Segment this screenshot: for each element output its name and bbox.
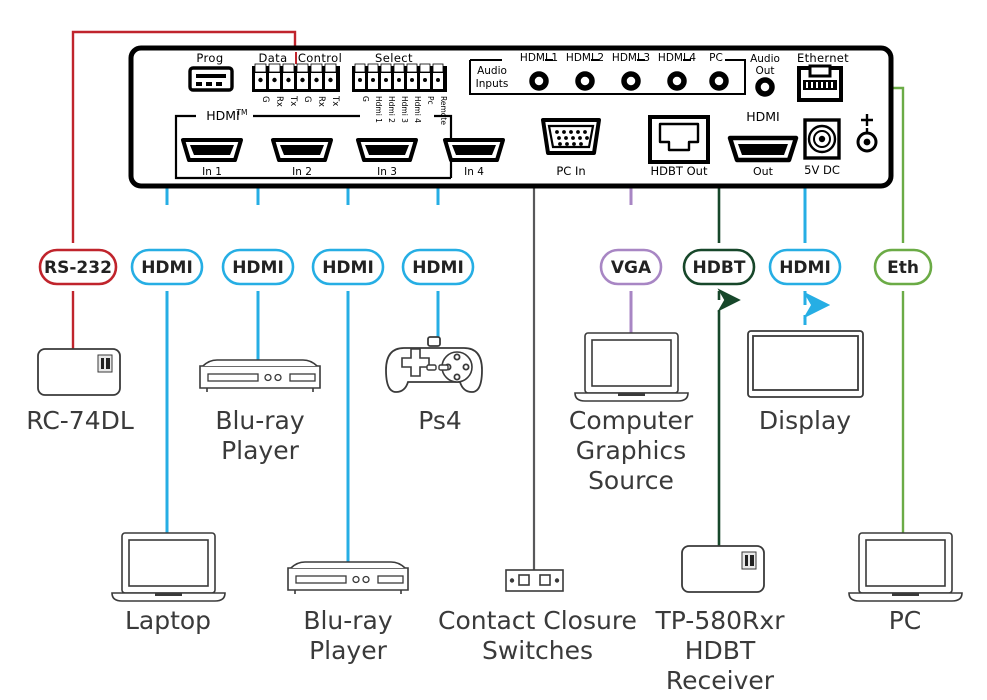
badge-label-vga: VGA: [611, 258, 652, 278]
svg-text:G: G: [361, 96, 370, 102]
device-label-display: Display: [758, 406, 852, 435]
rear-panel: Prog Data Control G Rx Tx G Rx Tx Select…: [128, 45, 894, 189]
svg-text:Hdmi 4: Hdmi 4: [413, 96, 422, 123]
audio-input-labels: HDMI 1 HDMI 2 HDMI 3 HDMI 4 PC: [520, 52, 723, 64]
icon-keypad-rc74dl: [37, 348, 121, 396]
svg-text:HDBT Out: HDBT Out: [651, 164, 708, 178]
panel-label-select: Select: [375, 51, 413, 65]
device-label-bluray-top: Blu-ray Player: [215, 406, 305, 465]
signal-badge-eth[interactable]: Eth: [873, 248, 933, 286]
panel-label-hdmi-group: HDMI: [206, 108, 240, 123]
svg-text:In 4: In 4: [464, 166, 484, 178]
panel-label-control: Control: [298, 51, 342, 65]
prog-usb-port: [188, 66, 234, 92]
panel-label-ethernet: Ethernet: [797, 51, 849, 65]
panel-label-audio-out-2: Out: [755, 65, 774, 77]
badge-label-hdmi-3: HDMI: [322, 258, 374, 278]
svg-text:Pc: Pc: [426, 96, 435, 105]
signal-badge-hdbt[interactable]: HDBT: [682, 248, 756, 286]
svg-text:PC: PC: [709, 52, 723, 64]
svg-text:Hdmi 3: Hdmi 3: [400, 96, 409, 123]
svg-text:HDMI 3: HDMI 3: [612, 52, 650, 64]
device-label-cgs: Computer Graphics Source: [568, 406, 694, 495]
badge-label-hdmi-4: HDMI: [412, 258, 464, 278]
power-jack: 5V DC: [803, 118, 841, 177]
svg-text:G: G: [302, 96, 312, 103]
icon-gamepad-ps4: [385, 336, 483, 393]
device-icons: [37, 330, 963, 602]
panel-label-prog: Prog: [196, 51, 223, 65]
panel-label-hdmi-out-group: HDMI: [746, 109, 780, 124]
device-label-rc-74dl: RC-74DL: [26, 406, 134, 435]
icon-keypad-tp580: [681, 545, 765, 593]
badge-label-hdbt: HDBT: [693, 258, 746, 278]
device-label-ps4: Ps4: [418, 406, 462, 435]
badge-label-hdmi-5: HDMI: [779, 258, 831, 278]
panel-label-audio-inputs-2: Inputs: [476, 78, 509, 90]
signal-badge-hdmi-2[interactable]: HDMI: [221, 248, 295, 286]
icon-monitor-display: [747, 330, 864, 398]
signal-badge-hdmi-5[interactable]: HDMI: [768, 248, 842, 286]
panel-label-audio-out-1: Audio: [750, 53, 780, 65]
panel-label-hdmi-tm: TM: [235, 108, 247, 117]
signal-badge-hdmi-4[interactable]: HDMI: [401, 248, 475, 286]
connection-diagram: Prog Data Control G Rx Tx G Rx Tx Select…: [0, 0, 987, 700]
svg-text:G: G: [260, 96, 270, 103]
svg-text:HDMI 1: HDMI 1: [520, 52, 558, 64]
panel-label-audio-inputs-1: Audio: [477, 65, 507, 77]
signal-badge-hdmi-3[interactable]: HDMI: [311, 248, 385, 286]
icon-bluray-bottom: [287, 561, 409, 594]
badge-label-eth: Eth: [887, 258, 919, 278]
icon-laptop-bottom: [111, 532, 226, 602]
signal-badge-rs232[interactable]: RS-232: [38, 248, 118, 286]
svg-text:PC In: PC In: [556, 164, 585, 178]
svg-text:In 3: In 3: [377, 166, 397, 178]
svg-text:Tx: Tx: [288, 95, 298, 106]
diagram-canvas: Prog Data Control G Rx Tx G Rx Tx Select…: [37, 30, 963, 602]
svg-text:Tx: Tx: [330, 95, 340, 106]
device-label-laptop: Laptop: [124, 606, 212, 635]
device-label-tp580: TP-580Rxr HDBT Receiver: [655, 606, 785, 695]
icon-laptop-pc: [848, 532, 963, 602]
svg-text:5V DC: 5V DC: [804, 163, 840, 177]
badge-label-rs232: RS-232: [44, 258, 112, 278]
signal-badge-layer: RS-232 HDMI HDMI HDMI HDMI VGA HDBT HDMI Eth: [38, 248, 933, 286]
signal-badge-vga[interactable]: VGA: [599, 248, 663, 286]
svg-text:Rx: Rx: [274, 96, 284, 107]
badge-label-hdmi-1: HDMI: [141, 258, 193, 278]
device-label-pc: PC: [888, 606, 922, 635]
data-control-terminal-block: G Rx Tx G Rx Tx: [252, 63, 340, 107]
svg-text:Out: Out: [753, 165, 774, 178]
icon-contact-closure-switches: [505, 569, 564, 592]
panel-label-data: Data: [258, 51, 287, 65]
svg-text:HDMI 4: HDMI 4: [658, 52, 696, 64]
ethernet-rj45-port: [797, 64, 843, 102]
svg-text:Rx: Rx: [316, 96, 326, 107]
signal-badge-hdmi-1[interactable]: HDMI: [130, 248, 204, 286]
icon-laptop-cgs: [574, 332, 689, 402]
audio-out-jack: [755, 77, 775, 97]
device-label-bluray-bot: Blu-ray Player: [303, 606, 393, 665]
svg-text:Remote: Remote: [439, 96, 448, 125]
svg-text:Hdmi 2: Hdmi 2: [387, 96, 396, 123]
hdbt-out-port: HDBT Out: [648, 115, 710, 178]
device-label-contact: Contact Closure Switches: [438, 606, 637, 665]
svg-text:HDMI 2: HDMI 2: [566, 52, 604, 64]
svg-text:In 2: In 2: [292, 166, 312, 178]
icon-bluray-top: [199, 359, 321, 392]
svg-text:Hdmi 1: Hdmi 1: [374, 96, 383, 123]
svg-text:In 1: In 1: [202, 166, 222, 178]
badge-label-hdmi-2: HDMI: [232, 258, 284, 278]
